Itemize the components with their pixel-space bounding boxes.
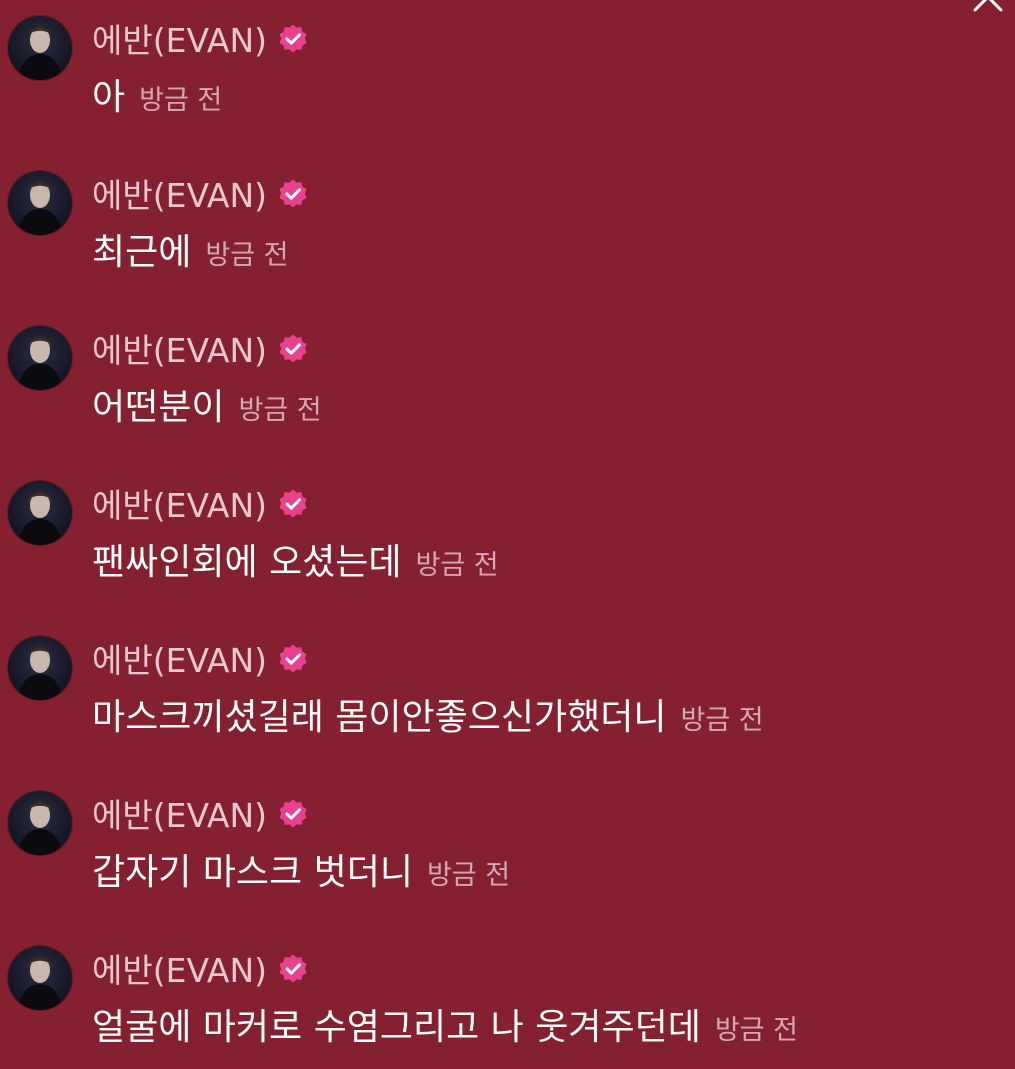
sender-name[interactable]: 에반(EVAN) bbox=[92, 324, 267, 372]
message-timestamp: 방금 전 bbox=[426, 860, 511, 891]
message-text: 팬싸인회에 오셨는데 bbox=[92, 542, 402, 583]
sender-name[interactable]: 에반(EVAN) bbox=[92, 14, 267, 62]
message-item: 에반(EVAN) 팬싸인회에 오셨는데 방금 전 bbox=[8, 471, 1008, 591]
avatar[interactable] bbox=[8, 791, 72, 855]
message-text: 얼굴에 마커로 수염그리고 나 웃겨주던데 bbox=[92, 1007, 701, 1048]
verified-badge-icon bbox=[277, 953, 309, 985]
message-item: 에반(EVAN) 어떤분이 방금 전 bbox=[8, 316, 1008, 436]
verified-badge-icon bbox=[277, 798, 309, 830]
message-text: 아 bbox=[92, 77, 126, 118]
message-text: 갑자기 마스크 벗더니 bbox=[92, 852, 413, 893]
avatar[interactable] bbox=[8, 171, 72, 235]
sender-name[interactable]: 에반(EVAN) bbox=[92, 169, 267, 217]
message-text: 최근에 bbox=[92, 232, 192, 273]
verified-badge-icon bbox=[277, 333, 309, 365]
message-timestamp: 방금 전 bbox=[238, 395, 322, 426]
message-timestamp: 방금 전 bbox=[415, 550, 499, 581]
message-timestamp: 방금 전 bbox=[714, 1015, 798, 1046]
verified-badge-icon bbox=[277, 488, 309, 520]
message-timestamp: 방금 전 bbox=[680, 705, 764, 736]
message-timestamp: 방금 전 bbox=[205, 240, 289, 271]
message-item: 에반(EVAN) 마스크끼셨길래 몸이안좋으신가했더니 방금 전 bbox=[8, 626, 1008, 746]
verified-badge-icon bbox=[277, 23, 309, 55]
message-item: 에반(EVAN) 갑자기 마스크 벗더니 방금 전 bbox=[8, 781, 1008, 901]
message-item: 에반(EVAN) 최근에 방금 전 bbox=[8, 161, 1008, 281]
message-timestamp: 방금 전 bbox=[139, 85, 223, 116]
avatar[interactable] bbox=[8, 946, 72, 1010]
sender-name[interactable]: 에반(EVAN) bbox=[92, 789, 267, 837]
message-item: 에반(EVAN) 아 방금 전 bbox=[8, 6, 1008, 126]
verified-badge-icon bbox=[277, 178, 309, 210]
verified-badge-icon bbox=[277, 643, 309, 675]
message-text: 마스크끼셨길래 몸이안좋으신가했더니 bbox=[92, 697, 667, 738]
sender-name[interactable]: 에반(EVAN) bbox=[92, 634, 267, 682]
avatar[interactable] bbox=[8, 326, 72, 390]
avatar[interactable] bbox=[8, 636, 72, 700]
message-text: 어떤분이 bbox=[92, 387, 225, 428]
avatar[interactable] bbox=[8, 481, 72, 545]
sender-name[interactable]: 에반(EVAN) bbox=[92, 944, 267, 992]
avatar[interactable] bbox=[8, 16, 72, 80]
sender-name[interactable]: 에반(EVAN) bbox=[92, 479, 267, 527]
message-item: 에반(EVAN) 얼굴에 마커로 수염그리고 나 웃겨주던데 방금 전 bbox=[8, 936, 1008, 1056]
